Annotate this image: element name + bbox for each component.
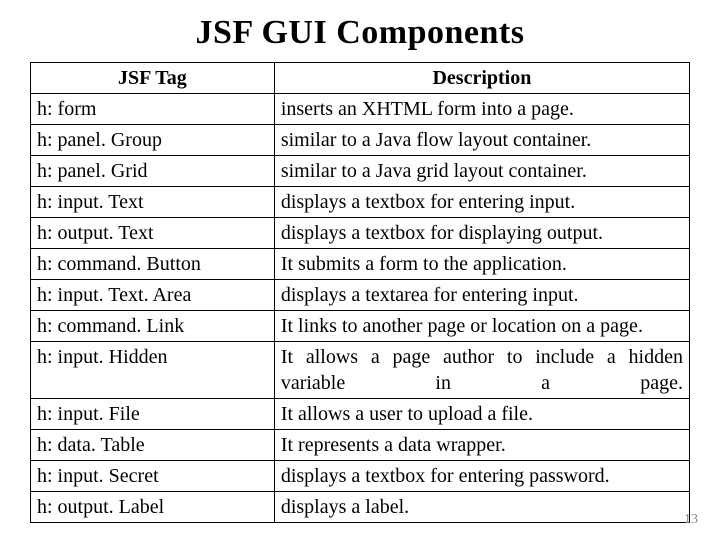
page-title: JSF GUI Components	[30, 14, 690, 52]
cell-desc: It represents a data wrapper.	[274, 430, 689, 461]
cell-tag: h: panel. Grid	[31, 156, 275, 187]
table-row: h: input. Textdisplays a textbox for ent…	[31, 187, 690, 218]
table-row: h: data. TableIt represents a data wrapp…	[31, 430, 690, 461]
cell-desc: displays a textbox for displaying output…	[274, 218, 689, 249]
cell-tag: h: form	[31, 94, 275, 125]
cell-tag: h: output. Text	[31, 218, 275, 249]
cell-desc: It links to another page or location on …	[274, 311, 689, 342]
cell-tag: h: input. Text. Area	[31, 280, 275, 311]
table-row: h: panel. Groupsimilar to a Java flow la…	[31, 125, 690, 156]
page-number: 13	[684, 512, 698, 528]
table-row: h: input. Secretdisplays a textbox for e…	[31, 461, 690, 492]
cell-tag: h: command. Button	[31, 249, 275, 280]
table-row: h: output. Textdisplays a textbox for di…	[31, 218, 690, 249]
cell-tag: h: input. Text	[31, 187, 275, 218]
cell-tag: h: input. Secret	[31, 461, 275, 492]
cell-desc: displays a label.	[274, 492, 689, 523]
cell-tag: h: data. Table	[31, 430, 275, 461]
table-row: h: forminserts an XHTML form into a page…	[31, 94, 690, 125]
cell-desc: It submits a form to the application.	[274, 249, 689, 280]
table-row: h: input. Text. Areadisplays a textarea …	[31, 280, 690, 311]
cell-tag: h: command. Link	[31, 311, 275, 342]
header-tag: JSF Tag	[31, 63, 275, 94]
table-row: h: input. HiddenIt allows a page author …	[31, 342, 690, 399]
cell-desc: inserts an XHTML form into a page.	[274, 94, 689, 125]
table-row: h: panel. Gridsimilar to a Java grid lay…	[31, 156, 690, 187]
jsf-components-table: JSF Tag Description h: forminserts an XH…	[30, 62, 690, 523]
cell-desc: similar to a Java grid layout container.	[274, 156, 689, 187]
cell-desc: displays a textarea for entering input.	[274, 280, 689, 311]
slide: JSF GUI Components JSF Tag Description h…	[0, 0, 720, 540]
header-desc: Description	[274, 63, 689, 94]
cell-desc: displays a textbox for entering password…	[274, 461, 689, 492]
cell-tag: h: output. Label	[31, 492, 275, 523]
cell-tag: h: input. Hidden	[31, 342, 275, 399]
cell-tag: h: input. File	[31, 399, 275, 430]
table-row: h: input. FileIt allows a user to upload…	[31, 399, 690, 430]
cell-desc: displays a textbox for entering input.	[274, 187, 689, 218]
table-row: h: command. ButtonIt submits a form to t…	[31, 249, 690, 280]
table-row: h: command. LinkIt links to another page…	[31, 311, 690, 342]
table-row: h: output. Labeldisplays a label.	[31, 492, 690, 523]
cell-desc: similar to a Java flow layout container.	[274, 125, 689, 156]
table-header-row: JSF Tag Description	[31, 63, 690, 94]
cell-tag: h: panel. Group	[31, 125, 275, 156]
cell-desc: It allows a user to upload a file.	[274, 399, 689, 430]
cell-desc: It allows a page author to include a hid…	[274, 342, 689, 399]
